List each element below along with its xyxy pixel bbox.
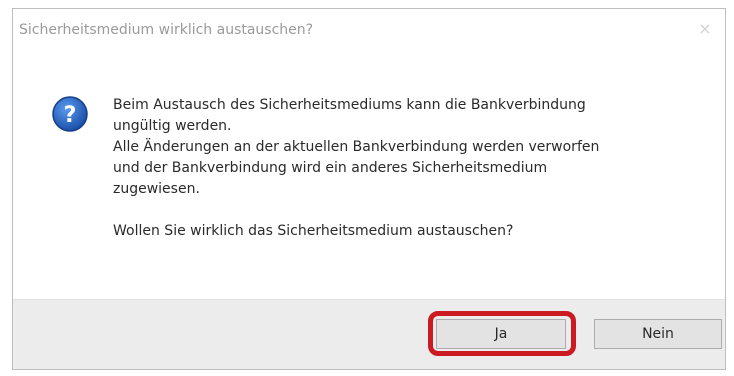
question-icon: ? xyxy=(52,96,88,132)
message-line: zugewiesen. xyxy=(113,181,200,197)
message-text: Beim Austausch des Sicherheitsmediums ka… xyxy=(113,95,703,242)
yes-button[interactable]: Ja xyxy=(436,319,566,349)
dialog-title: Sicherheitsmedium wirklich austauschen? xyxy=(19,22,314,38)
confirm-question: Wollen Sie wirklich das Sicherheitsmediu… xyxy=(113,223,514,239)
message-line: Beim Austausch des Sicherheitsmediums ka… xyxy=(113,97,586,113)
no-button[interactable]: Nein xyxy=(594,319,722,349)
button-bar: Ja Nein xyxy=(13,299,725,369)
message-line: ungültig werden. xyxy=(113,118,232,134)
confirm-dialog: Sicherheitsmedium wirklich austauschen? … xyxy=(12,8,726,370)
close-icon[interactable]: × xyxy=(697,21,713,37)
question-icon-glyph: ? xyxy=(64,103,77,128)
title-bar: Sicherheitsmedium wirklich austauschen? … xyxy=(13,9,725,53)
message-line: und der Bankverbindung wird ein anderes … xyxy=(113,160,548,176)
message-line: Alle Änderungen an der aktuellen Bankver… xyxy=(113,139,600,155)
